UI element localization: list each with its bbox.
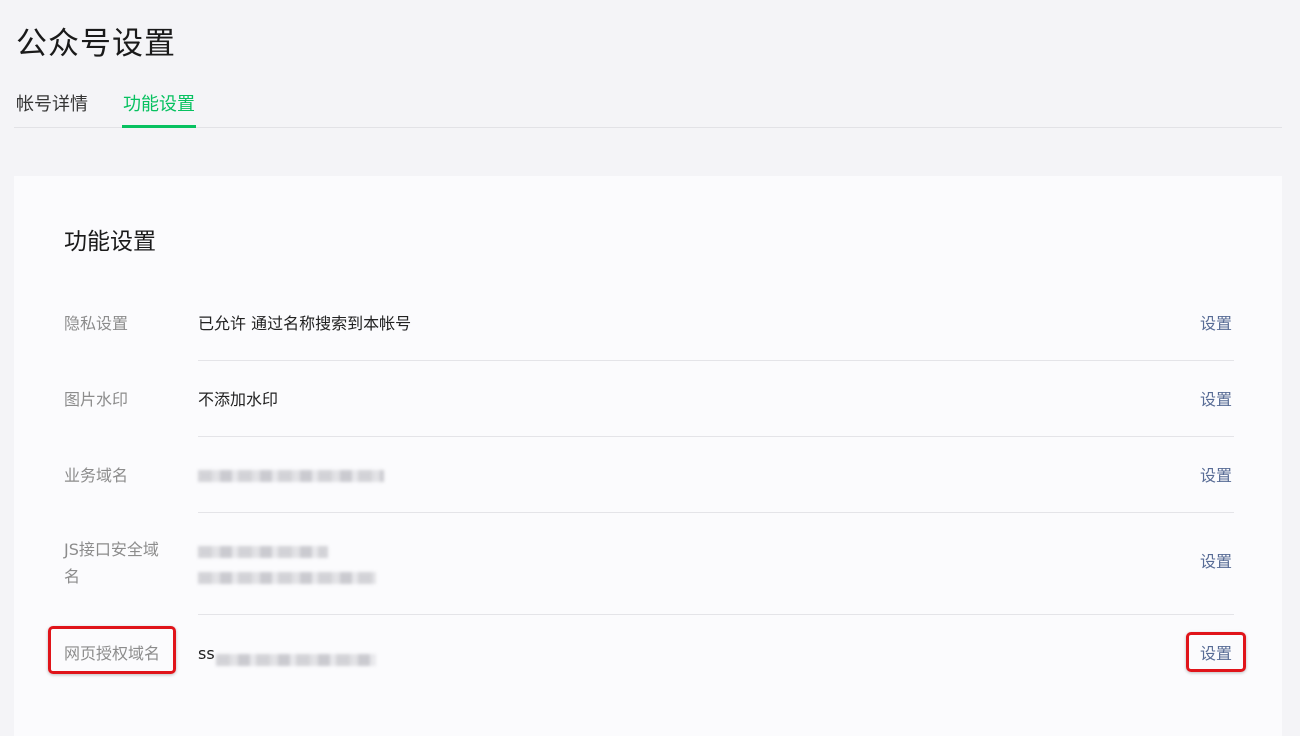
row-divider [198, 512, 1234, 513]
row-value: 已允许 通过名称搜索到本帐号 [198, 314, 412, 333]
redacted-domain [198, 546, 328, 558]
settings-card: 功能设置 隐私设置 已允许 通过名称搜索到本帐号 设置 图片水印 不添加水印 设… [14, 176, 1282, 736]
row-label: JS接口安全域名 [64, 540, 159, 586]
set-watermark-button[interactable]: 设置 [1200, 386, 1232, 414]
tab-function-settings[interactable]: 功能设置 [122, 90, 196, 128]
redacted-domain [216, 654, 376, 666]
set-privacy-button[interactable]: 设置 [1200, 310, 1232, 338]
tab-bar: 帐号详情 功能设置 [14, 78, 1282, 128]
row-value: 不添加水印 [198, 390, 279, 409]
settings-row-watermark: 图片水印 不添加水印 设置 [64, 386, 1234, 414]
row-label: 隐私设置 [64, 314, 129, 333]
settings-row-business-domain: 业务域名 设置 [64, 462, 1234, 490]
row-label: 业务域名 [64, 466, 129, 485]
section-title: 功能设置 [64, 229, 156, 255]
settings-row-web-auth-domain: 网页授权域名 ss 设置 [64, 640, 1234, 668]
page-title: 公众号设置 [16, 26, 176, 62]
row-divider [198, 614, 1234, 615]
tab-account-details[interactable]: 帐号详情 [16, 90, 88, 128]
row-divider [198, 360, 1234, 361]
settings-row-privacy: 隐私设置 已允许 通过名称搜索到本帐号 设置 [64, 310, 1234, 338]
row-value: ss [198, 644, 215, 663]
redacted-domain [198, 470, 384, 482]
row-divider [198, 436, 1234, 437]
action-highlight-box [1186, 632, 1246, 672]
set-business-domain-button[interactable]: 设置 [1200, 462, 1232, 490]
redacted-domain [198, 572, 376, 584]
settings-row-js-domain: JS接口安全域名 设置 [64, 536, 1234, 592]
label-highlight-box [48, 626, 176, 674]
set-js-domain-button[interactable]: 设置 [1200, 548, 1232, 576]
row-label: 图片水印 [64, 390, 129, 409]
